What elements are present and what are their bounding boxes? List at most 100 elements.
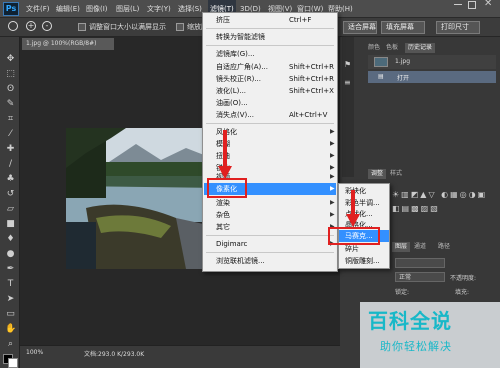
- collapsed-panel-strip: [342, 37, 354, 177]
- properties-panel-icon[interactable]: ≡: [344, 78, 351, 87]
- quick-select-icon[interactable]: ✎: [5, 99, 16, 110]
- tab-channels[interactable]: 通道: [414, 242, 426, 252]
- close-icon[interactable]: ✕: [484, 0, 492, 9]
- watermark-subtitle: 助你轻松解决: [380, 340, 452, 353]
- menu-edit[interactable]: 编辑(E): [56, 0, 80, 18]
- watermark-title: 百科全说: [368, 309, 452, 333]
- submenu-arrow-icon: ▶: [330, 173, 335, 180]
- gradient-tool-icon[interactable]: ■: [5, 219, 16, 230]
- menu-item-smart-filter[interactable]: 转换为智能滤镜: [216, 31, 265, 43]
- brush-tool-icon[interactable]: /: [5, 159, 16, 170]
- history-snapshot-thumb: [374, 57, 388, 67]
- minimize-icon[interactable]: [454, 4, 462, 5]
- menu-item-browse-online[interactable]: 浏览联机滤镜...: [216, 255, 265, 267]
- annotation-arrow-down-icon: [346, 190, 360, 227]
- blur-tool-icon[interactable]: ♦: [5, 234, 16, 245]
- move-tool-icon[interactable]: ✥: [5, 54, 16, 65]
- menu-item-noise[interactable]: 杂色: [216, 209, 230, 221]
- tab-swatches[interactable]: 色板: [386, 43, 398, 53]
- zoom-out-icon[interactable]: -: [42, 21, 52, 31]
- menu-item-vanish-shortcut: Alt+Ctrl+V: [289, 111, 328, 119]
- tab-paths[interactable]: 路径: [438, 242, 450, 252]
- menu-item-lens-correction[interactable]: 镜头校正(R)...: [216, 73, 261, 85]
- menu-separator: [206, 45, 334, 46]
- print-size-button[interactable]: 打印尺寸: [436, 21, 480, 34]
- document-tab[interactable]: 1.jpg @ 100%(RGB/8#): [22, 38, 114, 50]
- canvas-image[interactable]: [66, 128, 222, 269]
- menu-item-lens-shortcut: Shift+Ctrl+R: [289, 75, 334, 83]
- history-panel-icon[interactable]: ⚑: [344, 60, 351, 69]
- menu-image[interactable]: 图像(I): [86, 0, 108, 18]
- tab-adjustments[interactable]: 调整: [368, 169, 387, 179]
- menu-select[interactable]: 选择(S): [178, 0, 202, 18]
- annotation-box-mosaic: [328, 227, 380, 245]
- submenu-arrow-icon: ▶: [330, 140, 335, 147]
- marquee-tool-icon[interactable]: ⬚: [5, 69, 16, 80]
- history-brush-icon[interactable]: ↺: [5, 189, 16, 200]
- menu-type[interactable]: 文字(Y): [147, 0, 171, 18]
- submenu-arrow-icon: ▶: [330, 211, 335, 218]
- menu-item-adaptive-shortcut: Shift+Ctrl+R: [289, 63, 334, 71]
- history-doc-name: 1.jpg: [395, 58, 411, 65]
- fit-screen-button[interactable]: 适合屏幕: [343, 21, 377, 34]
- crop-tool-icon[interactable]: ⌗: [5, 114, 16, 125]
- blend-mode-dropdown[interactable]: 正常: [395, 272, 445, 282]
- menu-item-liquify[interactable]: 液化(L)...: [216, 85, 246, 97]
- zoom-all-checkbox[interactable]: [176, 23, 184, 31]
- menu-item-digimarc[interactable]: Digimarc: [216, 238, 247, 250]
- adjustment-icons[interactable]: ☀▥◩▲▽ ◐▦◎◑▣ ◧▤▩▨▧: [392, 188, 492, 228]
- submenu-item-mezzotint[interactable]: 铜版雕刻...: [345, 255, 380, 267]
- fit-window-checkbox[interactable]: [78, 23, 86, 31]
- annotation-arrow-down-icon: [218, 130, 232, 179]
- lake-photo: [66, 128, 222, 269]
- hand-tool-icon[interactable]: ✋: [5, 324, 16, 335]
- shape-tool-icon[interactable]: ▭: [5, 309, 16, 320]
- tab-layers[interactable]: 图层: [392, 242, 411, 252]
- menu-item-render[interactable]: 渲染: [216, 197, 230, 209]
- menu-layer[interactable]: 图层(L): [116, 0, 139, 18]
- document-info: 文档:293.0 K/293.0K: [84, 351, 145, 358]
- zoom-tool-icon[interactable]: [8, 21, 18, 31]
- annotation-box-pixelate: [207, 178, 247, 198]
- layer-filter-dropdown[interactable]: [395, 258, 445, 268]
- maximize-icon[interactable]: [468, 1, 476, 9]
- tab-history[interactable]: 历史记录: [405, 43, 436, 53]
- menu-file[interactable]: 文件(F): [26, 0, 50, 18]
- zoom-tool-icon[interactable]: ⌕: [5, 339, 16, 350]
- menu-item-last-filter-shortcut: Ctrl+F: [289, 16, 312, 24]
- fill-screen-button[interactable]: 填充屏幕: [381, 21, 425, 34]
- pen-tool-icon[interactable]: ✒: [5, 264, 16, 275]
- eyedropper-icon[interactable]: ⁄: [5, 129, 16, 140]
- background-color-swatch[interactable]: [8, 358, 18, 368]
- history-step-row[interactable]: [368, 71, 496, 83]
- tab-styles[interactable]: 样式: [390, 169, 402, 179]
- menu-item-adaptive-wide-angle[interactable]: 自适应广角(A)...: [216, 61, 268, 73]
- tab-color[interactable]: 颜色: [368, 43, 380, 53]
- menu-separator: [206, 252, 334, 253]
- fill-label: 填充:: [455, 289, 470, 296]
- menu-item-vanishing-point[interactable]: 消失点(V)...: [216, 109, 254, 121]
- zoom-level[interactable]: 100%: [26, 349, 43, 356]
- menu-item-liquify-shortcut: Shift+Ctrl+X: [289, 87, 334, 95]
- submenu-arrow-icon: ▶: [330, 152, 335, 159]
- submenu-arrow-icon: ▶: [330, 199, 335, 206]
- opacity-label: 不透明度:: [450, 275, 477, 282]
- history-step-label: 打开: [397, 75, 410, 82]
- history-step-icon: ▤: [378, 73, 384, 80]
- zoom-in-icon[interactable]: +: [26, 21, 36, 31]
- healing-brush-icon[interactable]: ✚: [5, 144, 16, 155]
- photoshop-logo: Ps: [3, 2, 19, 16]
- menu-item-filter-gallery[interactable]: 滤镜库(G)...: [216, 48, 255, 60]
- submenu-arrow-icon: ▶: [330, 128, 335, 135]
- stamp-tool-icon[interactable]: ♣: [5, 174, 16, 185]
- menu-item-oil-paint[interactable]: 油画(O)...: [216, 97, 248, 109]
- menu-item-other[interactable]: 其它: [216, 221, 230, 233]
- menu-item-last-filter[interactable]: 挤压: [216, 14, 230, 26]
- lasso-tool-icon[interactable]: ʘ: [5, 84, 16, 95]
- menu-separator: [206, 28, 334, 29]
- path-select-icon[interactable]: ➤: [5, 294, 16, 305]
- eraser-tool-icon[interactable]: ▱: [5, 204, 16, 215]
- dodge-tool-icon[interactable]: ●: [5, 249, 16, 260]
- menu-separator: [206, 123, 334, 124]
- type-tool-icon[interactable]: T: [5, 279, 16, 290]
